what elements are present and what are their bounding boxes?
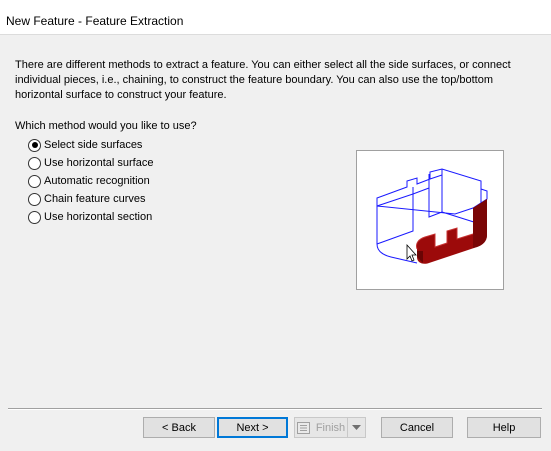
option-label: Use horizontal section xyxy=(44,211,153,223)
option-chain-feature-curves[interactable]: Chain feature curves xyxy=(28,190,153,208)
method-options: Select side surfaces Use horizontal surf… xyxy=(28,136,153,226)
window-title: New Feature - Feature Extraction xyxy=(6,14,184,28)
option-use-horizontal-section[interactable]: Use horizontal section xyxy=(28,208,153,226)
chevron-down-icon xyxy=(352,424,361,430)
radio-use-horizontal-section[interactable] xyxy=(28,210,41,224)
radio-use-horizontal-surface[interactable] xyxy=(28,156,41,170)
back-button[interactable]: < Back xyxy=(143,417,215,438)
next-button[interactable]: Next > xyxy=(217,417,288,438)
mouse-pointer-icon xyxy=(406,243,417,262)
finish-button[interactable]: Finish xyxy=(294,417,348,438)
intro-text: There are different methods to extract a… xyxy=(15,58,535,103)
cancel-button[interactable]: Cancel xyxy=(381,417,453,438)
option-label: Select side surfaces xyxy=(44,139,143,151)
radio-select-side-surfaces[interactable] xyxy=(28,138,41,152)
selected-side-surfaces xyxy=(416,199,487,264)
intro-line-2: individual pieces, i.e., chaining, to co… xyxy=(15,74,493,86)
help-button[interactable]: Help xyxy=(467,417,541,438)
option-label: Use horizontal surface xyxy=(44,157,154,169)
option-use-horizontal-surface[interactable]: Use horizontal surface xyxy=(28,154,153,172)
radio-automatic-recognition[interactable] xyxy=(28,174,41,188)
finish-icon xyxy=(296,421,310,434)
intro-line-1: There are different methods to extract a… xyxy=(15,59,511,71)
method-question: Which method would you like to use? xyxy=(15,120,197,132)
finish-dropdown-button[interactable] xyxy=(348,417,366,438)
method-preview-image xyxy=(356,150,504,290)
option-automatic-recognition[interactable]: Automatic recognition xyxy=(28,172,153,190)
finish-label: Finish xyxy=(315,421,346,434)
option-label: Chain feature curves xyxy=(44,193,146,205)
radio-chain-feature-curves[interactable] xyxy=(28,192,41,206)
title-bar: New Feature - Feature Extraction xyxy=(0,0,551,35)
feature-preview-illustration xyxy=(376,168,488,264)
intro-line-3: horizontal surface to construct your fea… xyxy=(15,89,227,101)
footer-separator xyxy=(8,408,542,410)
option-label: Automatic recognition xyxy=(44,175,150,187)
option-select-side-surfaces[interactable]: Select side surfaces xyxy=(28,136,153,154)
